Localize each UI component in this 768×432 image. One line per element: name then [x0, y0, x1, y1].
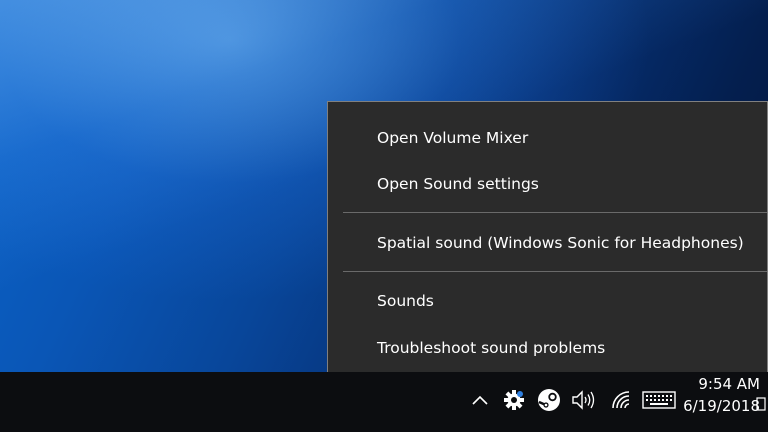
- menu-item-spatial-sound[interactable]: Spatial sound (Windows Sonic for Headpho…: [328, 221, 767, 265]
- steam-icon[interactable]: [535, 384, 563, 416]
- speaker-icon[interactable]: [568, 384, 598, 416]
- chevron-up-icon[interactable]: [466, 384, 494, 416]
- keyboard-icon[interactable]: [640, 384, 678, 416]
- menu-separator: [343, 271, 767, 272]
- notification-icon[interactable]: [754, 376, 768, 432]
- menu-item-troubleshoot-sound[interactable]: Troubleshoot sound problems: [328, 326, 767, 370]
- menu-item-open-volume-mixer[interactable]: Open Volume Mixer: [328, 116, 767, 160]
- sound-context-menu: Open Volume Mixer Open Sound settings Sp…: [327, 101, 768, 382]
- clock-time: 9:54 AM: [698, 375, 760, 393]
- menu-item-sounds[interactable]: Sounds: [328, 279, 767, 323]
- menu-separator: [343, 212, 767, 213]
- wifi-icon[interactable]: [607, 384, 635, 416]
- gear-icon[interactable]: [500, 384, 528, 416]
- clock-date: 6/19/2018: [683, 397, 760, 415]
- menu-item-open-sound-settings[interactable]: Open Sound settings: [328, 162, 767, 206]
